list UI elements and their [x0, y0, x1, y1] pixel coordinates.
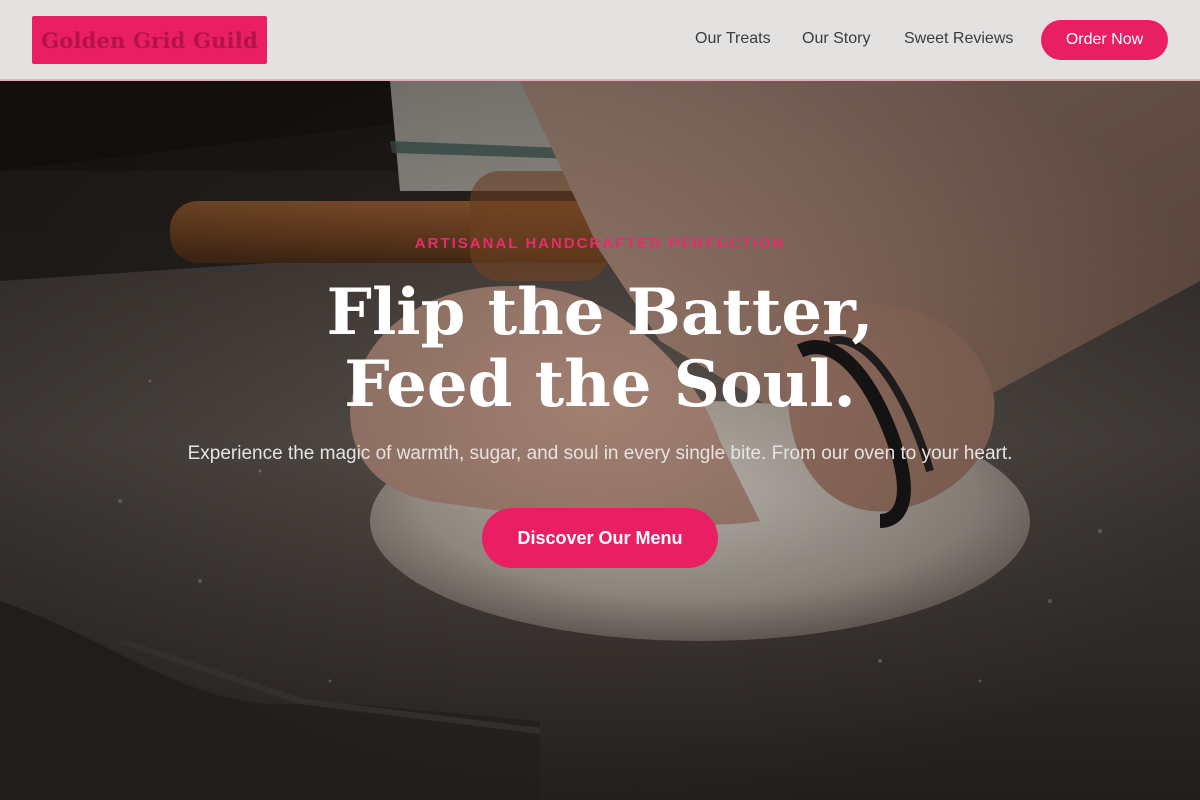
hero-section: ARTISANAL HANDCRAFTED PERFECTION Flip th…	[0, 81, 1200, 800]
hero-overlay	[0, 81, 1200, 800]
hero-subtitle: Experience the magic of warmth, sugar, a…	[187, 443, 1013, 464]
hero-headline-line-2: Feed the Soul.	[344, 347, 856, 422]
discover-menu-button[interactable]: Discover Our Menu	[482, 508, 718, 568]
order-now-button[interactable]: Order Now	[1041, 20, 1168, 60]
nav-link-sweet-reviews[interactable]: Sweet Reviews	[904, 30, 1013, 48]
main-nav: Our Treats Our Story Sweet Reviews	[0, 0, 1200, 81]
nav-link-our-treats[interactable]: Our Treats	[695, 30, 771, 48]
site-header: Golden Grid Guild Our Treats Our Story S…	[0, 0, 1200, 81]
hero-headline: Flip the Batter, Feed the Soul.	[0, 277, 1200, 421]
nav-link-our-story[interactable]: Our Story	[802, 30, 870, 48]
hero-headline-line-1: Flip the Batter,	[326, 275, 874, 350]
hero-eyebrow: ARTISANAL HANDCRAFTED PERFECTION	[414, 235, 786, 252]
